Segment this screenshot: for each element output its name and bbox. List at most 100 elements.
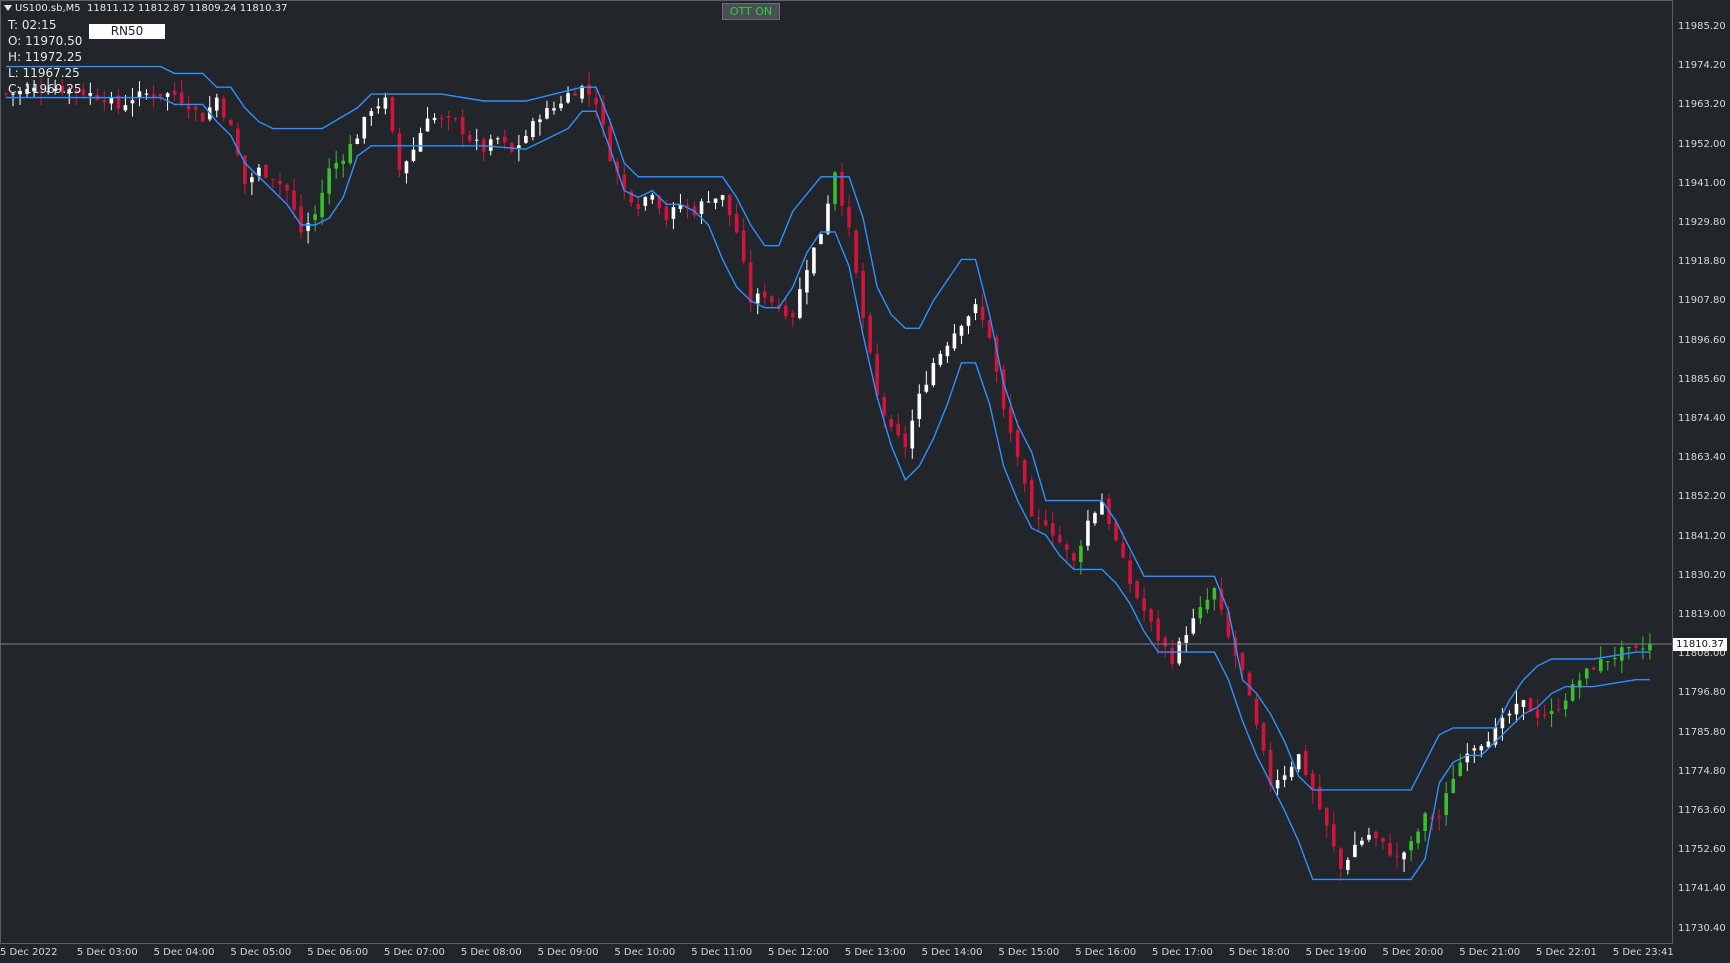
bear-candle bbox=[1058, 535, 1062, 543]
bear-candle bbox=[1437, 816, 1441, 818]
price-tick-label: 11752.60 bbox=[1678, 844, 1726, 856]
bull-candle bbox=[1360, 840, 1364, 845]
bear-candle bbox=[868, 315, 872, 353]
price-tick-label: 11952.00 bbox=[1678, 138, 1726, 150]
bull-candle bbox=[348, 144, 353, 164]
bear-candle bbox=[264, 165, 268, 178]
bear-candle bbox=[727, 194, 732, 216]
info-low: L: 11967.25 bbox=[8, 66, 80, 80]
bear-candle bbox=[889, 419, 894, 428]
bear-candle bbox=[854, 230, 858, 273]
bull-candle bbox=[411, 149, 416, 161]
time-tick-label: 5 Dec 13:00 bbox=[844, 947, 906, 958]
bull-candle bbox=[910, 420, 915, 449]
bull-candle bbox=[1563, 700, 1568, 710]
bull-candle bbox=[1648, 643, 1652, 651]
bear-candle bbox=[200, 112, 205, 122]
price-tick-label: 11819.00 bbox=[1678, 609, 1726, 620]
bear-candle bbox=[1339, 848, 1343, 869]
bull-candle bbox=[1605, 661, 1610, 663]
bull-candle bbox=[88, 93, 93, 96]
price-tick-label: 11985.20 bbox=[1678, 21, 1726, 32]
bear-candle bbox=[664, 206, 669, 221]
ohlc-values: 11811.12 11812.87 11809.24 11810.37 bbox=[87, 3, 288, 14]
bull-candle bbox=[1296, 754, 1301, 770]
info-time: T: 02:15 bbox=[8, 18, 57, 32]
bear-candle bbox=[784, 305, 788, 317]
bull-candle bbox=[313, 214, 317, 220]
bear-candle bbox=[102, 100, 107, 103]
bull-candle bbox=[1500, 717, 1505, 729]
bull-candle bbox=[432, 117, 437, 121]
bull-candle bbox=[699, 201, 704, 214]
bull-candle bbox=[959, 325, 964, 336]
time-tick-label: 5 Dec 18:00 bbox=[1228, 947, 1290, 958]
price-tick-label: 11785.80 bbox=[1678, 726, 1726, 738]
bull-candle bbox=[1409, 841, 1413, 851]
price-tick-label: 11907.80 bbox=[1678, 295, 1726, 307]
bear-candle bbox=[1254, 698, 1259, 725]
dropdown-triangle-icon[interactable] bbox=[4, 5, 12, 11]
rn50-label-box[interactable]: RN50 bbox=[89, 24, 165, 39]
ott-status-button[interactable]: OTT ON bbox=[722, 3, 780, 20]
price-chart[interactable] bbox=[0, 0, 1730, 963]
bull-candle bbox=[1205, 599, 1210, 610]
bear-candle bbox=[390, 97, 395, 132]
bull-candle bbox=[474, 139, 479, 141]
bull-candle bbox=[1598, 659, 1603, 672]
bull-candle bbox=[1627, 647, 1631, 649]
bull-candle bbox=[369, 111, 374, 116]
bear-candle bbox=[1240, 652, 1245, 671]
bull-candle bbox=[1514, 703, 1519, 715]
bull-candle bbox=[952, 333, 957, 349]
bull-candle bbox=[137, 91, 142, 98]
bear-candle bbox=[1247, 672, 1252, 696]
bull-candle bbox=[1458, 762, 1463, 776]
bull-candle bbox=[706, 201, 711, 203]
bear-candle bbox=[741, 230, 746, 262]
bear-candle bbox=[179, 92, 184, 104]
time-tick-label: 5 Dec 15:00 bbox=[998, 947, 1060, 958]
bull-candle bbox=[559, 103, 563, 109]
price-tick-label: 11929.80 bbox=[1678, 217, 1726, 228]
bear-candle bbox=[1163, 637, 1167, 647]
info-close: C: 11969.25 bbox=[8, 82, 82, 96]
bear-candle bbox=[1542, 714, 1547, 716]
bull-candle bbox=[1353, 844, 1357, 858]
bear-candle bbox=[1156, 618, 1160, 641]
symbol-header: US100.sb,M5 11811.12 11812.87 11809.24 1… bbox=[4, 3, 287, 14]
bear-candle bbox=[762, 291, 767, 298]
bull-candle bbox=[1444, 793, 1449, 815]
bear-candle bbox=[1324, 807, 1329, 826]
bear-candle bbox=[1634, 645, 1638, 648]
bear-candle bbox=[81, 89, 86, 96]
bull-candle bbox=[1451, 778, 1456, 794]
bear-candle bbox=[292, 190, 296, 210]
bear-candle bbox=[446, 116, 451, 118]
price-tick-label: 11763.60 bbox=[1678, 805, 1726, 816]
time-tick-label: 5 Dec 08:00 bbox=[460, 947, 522, 958]
bear-candle bbox=[847, 207, 851, 228]
bull-candle bbox=[495, 138, 500, 140]
bear-candle bbox=[460, 116, 465, 135]
current-price-tag: 11810.37 bbox=[1673, 637, 1727, 651]
bear-candle bbox=[1043, 520, 1048, 526]
bull-candle bbox=[650, 194, 655, 200]
bull-candle bbox=[1184, 635, 1189, 643]
bear-candle bbox=[229, 120, 233, 126]
bull-candle bbox=[327, 168, 331, 194]
bull-candle bbox=[488, 139, 493, 151]
bear-candle bbox=[594, 98, 598, 105]
bull-candle bbox=[1275, 780, 1280, 789]
bull-candle bbox=[1416, 831, 1420, 844]
chart-window[interactable]: US100.sb,M5 11811.12 11812.87 11809.24 1… bbox=[0, 0, 1730, 963]
time-tick-label: 5 Dec 11:00 bbox=[691, 947, 753, 958]
bear-candle bbox=[1556, 709, 1561, 711]
bear-candle bbox=[1374, 831, 1378, 839]
bull-candle bbox=[334, 162, 338, 169]
bear-candle bbox=[503, 136, 507, 143]
bull-candle bbox=[376, 106, 381, 109]
plot-border bbox=[0, 0, 1673, 944]
bull-candle bbox=[524, 135, 528, 143]
bear-candle bbox=[903, 433, 908, 448]
